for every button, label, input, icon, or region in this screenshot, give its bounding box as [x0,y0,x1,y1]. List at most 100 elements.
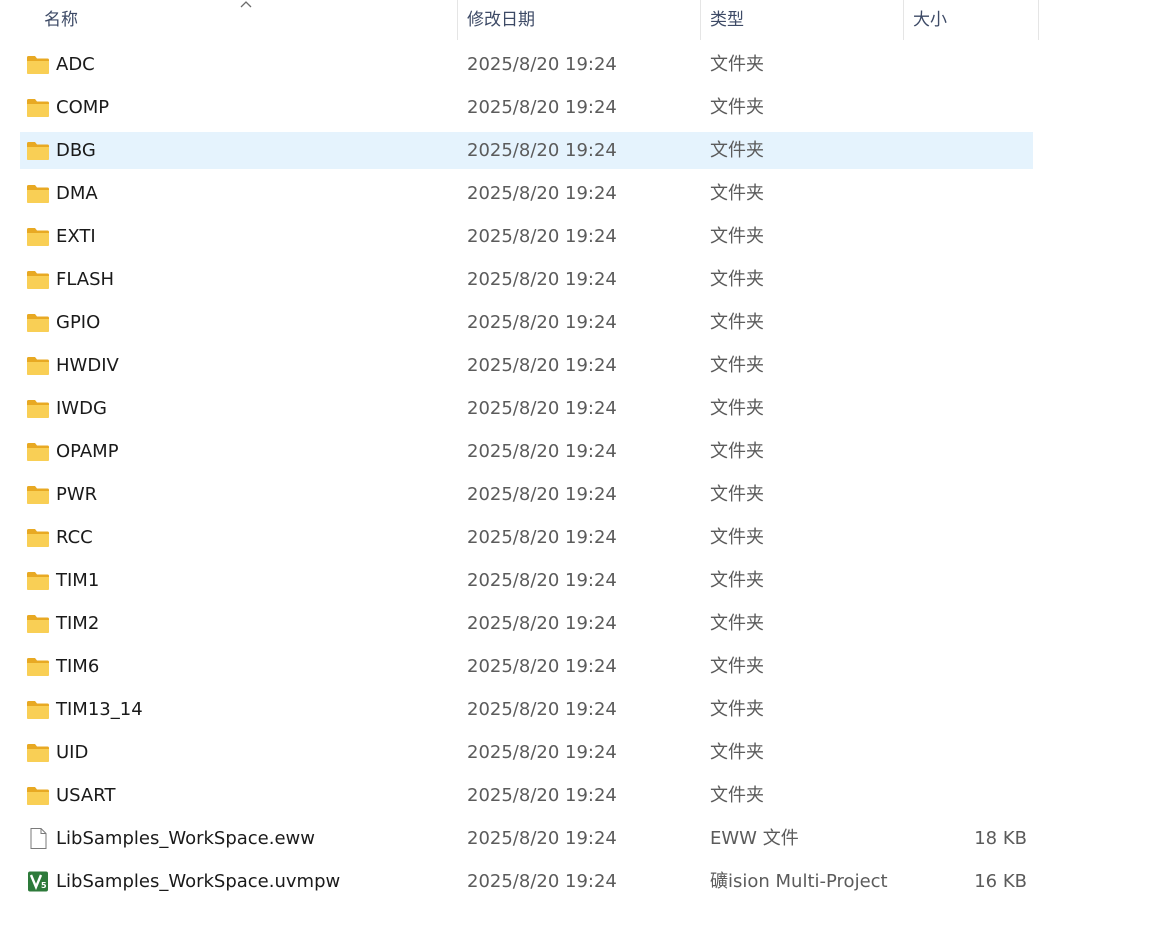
modified-date: 2025/8/20 19:24 [467,140,617,161]
file-name: TIM6 [56,656,100,677]
file-row[interactable]: TIM2 2025/8/20 19:24 文件夹 [20,605,1033,642]
modified-date: 2025/8/20 19:24 [467,656,617,677]
file-name: GPIO [56,312,101,333]
modified-date: 2025/8/20 19:24 [467,97,617,118]
modified-date: 2025/8/20 19:24 [467,355,617,376]
modified-date: 2025/8/20 19:24 [467,484,617,505]
folder-icon [26,656,50,677]
file-name: TIM2 [56,613,100,634]
folder-icon [26,312,50,333]
file-name: USART [56,785,116,806]
file-size: 16 KB [974,871,1027,892]
file-row[interactable]: EXTI 2025/8/20 19:24 文件夹 [20,218,1033,255]
folder-icon [26,441,50,462]
file-name: DMA [56,183,98,204]
file-type: 文件夹 [710,613,764,634]
folder-icon [26,699,50,720]
folder-icon [26,140,50,161]
file-row[interactable]: TIM1 2025/8/20 19:24 文件夹 [20,562,1033,599]
file-name: FLASH [56,269,115,290]
file-name: RCC [56,527,93,548]
file-name: DBG [56,140,96,161]
file-row[interactable]: UID 2025/8/20 19:24 文件夹 [20,734,1033,771]
file-name: LibSamples_WorkSpace.eww [56,828,315,849]
file-name: HWDIV [56,355,119,376]
file-type: 文件夹 [710,742,764,763]
file-row[interactable]: LibSamples_WorkSpace.eww 2025/8/20 19:24 E… [20,820,1033,857]
modified-date: 2025/8/20 19:24 [467,527,617,548]
modified-date: 2025/8/20 19:24 [467,785,617,806]
folder-icon [26,785,50,806]
file-type: 文件夹 [710,699,764,720]
file-name: PWR [56,484,98,505]
file-name: UID [56,742,89,763]
file-row[interactable]: DMA 2025/8/20 19:24 文件夹 [20,175,1033,212]
file-row[interactable]: 5 LibSamples_WorkSpace.uvmpw 2025/8/20 19:… [20,863,1033,900]
modified-date: 2025/8/20 19:24 [467,699,617,720]
file-name: TIM13_14 [56,699,143,720]
file-type: 文件夹 [710,398,764,419]
file-row[interactable]: IWDG 2025/8/20 19:24 文件夹 [20,390,1033,427]
modified-date: 2025/8/20 19:24 [467,613,617,634]
file-type: 文件夹 [710,97,764,118]
column-header-name[interactable]: 名称 [36,0,458,40]
modified-date: 2025/8/20 19:24 [467,570,617,591]
file-name: EXTI [56,226,96,247]
file-size: 18 KB [974,828,1027,849]
file-type: EWW 文件 [710,828,799,849]
file-name: COMP [56,97,110,118]
file-name: OPAMP [56,441,119,462]
folder-icon [26,527,50,548]
file-name: IWDG [56,398,107,419]
modified-date: 2025/8/20 19:24 [467,54,617,75]
file-row[interactable]: ADC 2025/8/20 19:24 文件夹 [20,46,1033,83]
modified-date: 2025/8/20 19:24 [467,312,617,333]
file-list: ADC 2025/8/20 19:24 文件夹 COMP 2025/8/20 19:24… [20,46,1033,906]
file-row[interactable]: DBG 2025/8/20 19:24 文件夹 [20,132,1033,169]
file-row[interactable]: GPIO 2025/8/20 19:24 文件夹 [20,304,1033,341]
file-type: 文件夹 [710,140,764,161]
modified-date: 2025/8/20 19:24 [467,269,617,290]
file-row[interactable]: FLASH 2025/8/20 19:24 文件夹 [20,261,1033,298]
file-row[interactable]: USART 2025/8/20 19:24 文件夹 [20,777,1033,814]
folder-icon [26,742,50,763]
column-header-bar: 名称 修改日期 类型 大小 [0,0,1161,40]
file-type: 文件夹 [710,527,764,548]
file-row[interactable]: OPAMP 2025/8/20 19:24 文件夹 [20,433,1033,470]
modified-date: 2025/8/20 19:24 [467,226,617,247]
file-type: 文件夹 [710,441,764,462]
folder-icon [26,54,50,75]
modified-date: 2025/8/20 19:24 [467,828,617,849]
folder-icon [26,613,50,634]
column-header-type[interactable]: 类型 [702,0,904,40]
column-header-size[interactable]: 大小 [905,0,1039,40]
file-row[interactable]: COMP 2025/8/20 19:24 文件夹 [20,89,1033,126]
column-header-date[interactable]: 修改日期 [459,0,701,40]
modified-date: 2025/8/20 19:24 [467,742,617,763]
modified-date: 2025/8/20 19:24 [467,398,617,419]
file-row[interactable]: TIM6 2025/8/20 19:24 文件夹 [20,648,1033,685]
folder-icon [26,97,50,118]
file-type: 文件夹 [710,183,764,204]
modified-date: 2025/8/20 19:24 [467,441,617,462]
folder-icon [26,226,50,247]
modified-date: 2025/8/20 19:24 [467,183,617,204]
file-row[interactable]: TIM13_14 2025/8/20 19:24 文件夹 [20,691,1033,728]
file-row[interactable]: RCC 2025/8/20 19:24 文件夹 [20,519,1033,556]
file-name: TIM1 [56,570,100,591]
folder-icon [26,484,50,505]
file-type: 文件夹 [710,226,764,247]
file-row[interactable]: HWDIV 2025/8/20 19:24 文件夹 [20,347,1033,384]
file-type: 文件夹 [710,785,764,806]
folder-icon [26,269,50,290]
file-name: ADC [56,54,95,75]
folder-icon [26,355,50,376]
file-type: 文件夹 [710,312,764,333]
file-type: 文件夹 [710,269,764,290]
file-type: 文件夹 [710,656,764,677]
file-type: 礦ision Multi-Project [710,871,888,892]
folder-icon [26,183,50,204]
modified-date: 2025/8/20 19:24 [467,871,617,892]
file-row[interactable]: PWR 2025/8/20 19:24 文件夹 [20,476,1033,513]
file-type: 文件夹 [710,484,764,505]
